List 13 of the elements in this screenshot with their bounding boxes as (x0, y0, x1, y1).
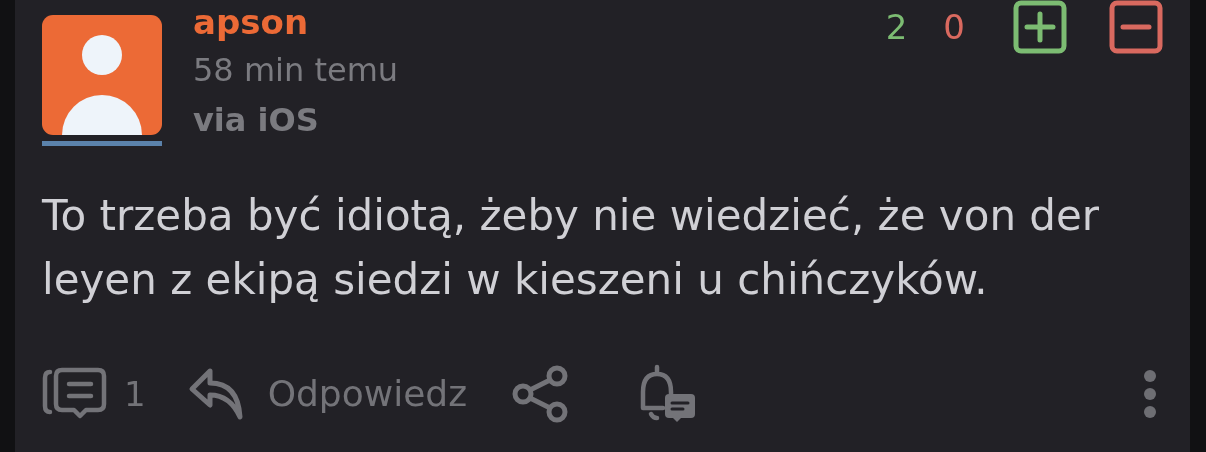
platform-label: via iOS (193, 100, 320, 141)
upvote-plus-icon[interactable] (1013, 0, 1067, 54)
reply-arrow-icon (187, 367, 244, 421)
avatar-icon (42, 15, 162, 135)
comment-count: 1 (124, 374, 146, 414)
downvote-count: 0 (943, 6, 965, 49)
downvote-minus-icon[interactable] (1109, 0, 1163, 54)
reply-button[interactable]: Odpowiedz (187, 366, 468, 422)
username[interactable]: apson (193, 0, 399, 44)
comment-text: To trzeba być idiotą, żeby nie wiedzieć, że von der leyen z ekipą siedzi w kieszeni u chińczyków. (42, 190, 1101, 306)
more-options-icon[interactable] (1142, 368, 1158, 420)
timestamp: 58 min temu (193, 50, 399, 91)
upvote-count: 2 (885, 6, 908, 49)
